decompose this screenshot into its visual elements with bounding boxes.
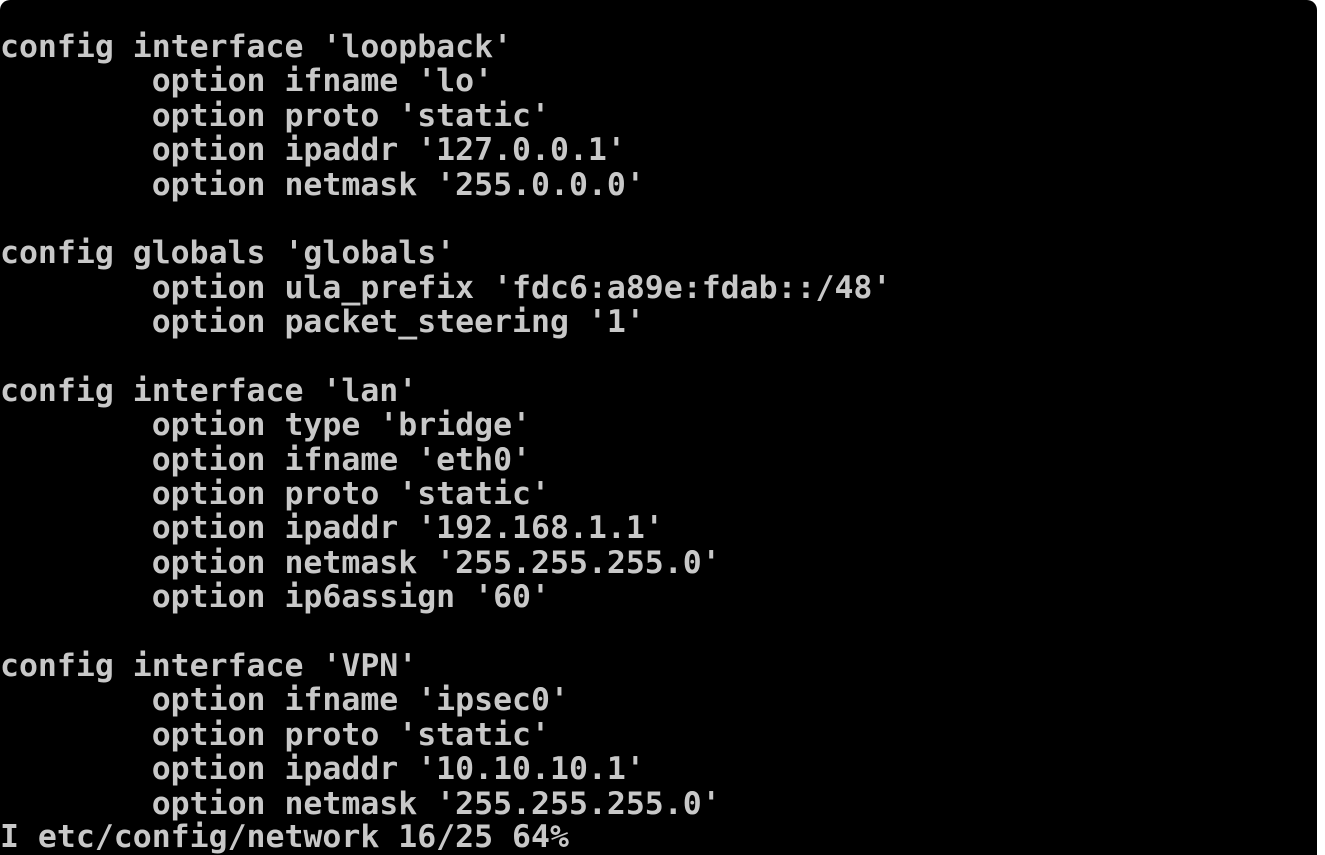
editor-status-line: I etc/config/network 16/25 64% xyxy=(0,819,569,855)
config-line: option packet_steering '1' xyxy=(0,304,645,341)
config-line: option ifname 'eth0' xyxy=(0,441,532,478)
config-line: option ifname 'lo' xyxy=(0,63,494,100)
terminal-buffer[interactable]: config interface 'loopback' option ifnam… xyxy=(0,30,891,821)
config-line: option ula_prefix 'fdc6:a89e:fdab::/48' xyxy=(0,269,892,306)
config-line: option ipaddr '10.10.10.1' xyxy=(0,751,645,788)
config-line: option proto 'static' xyxy=(0,97,550,134)
config-line: option ifname 'ipsec0' xyxy=(0,682,569,719)
config-line: option netmask '255.255.255.0' xyxy=(0,544,721,581)
terminal-window[interactable]: config interface 'loopback' option ifnam… xyxy=(0,0,1317,855)
config-line: config interface 'lan' xyxy=(0,372,418,409)
config-line: option proto 'static' xyxy=(0,476,550,513)
config-line: option netmask '255.0.0.0' xyxy=(0,166,645,203)
config-line: option ip6assign '60' xyxy=(0,579,550,616)
config-line: option ipaddr '127.0.0.1' xyxy=(0,132,626,169)
config-line: option ipaddr '192.168.1.1' xyxy=(0,510,664,547)
config-line: option netmask '255.255.255.0' xyxy=(0,785,721,822)
config-line: config interface 'loopback' xyxy=(0,29,513,65)
config-line: config globals 'globals' xyxy=(0,235,456,272)
config-line: option type 'bridge' xyxy=(0,407,532,444)
config-line: option proto 'static' xyxy=(0,716,550,753)
config-line: config interface 'VPN' xyxy=(0,648,418,685)
